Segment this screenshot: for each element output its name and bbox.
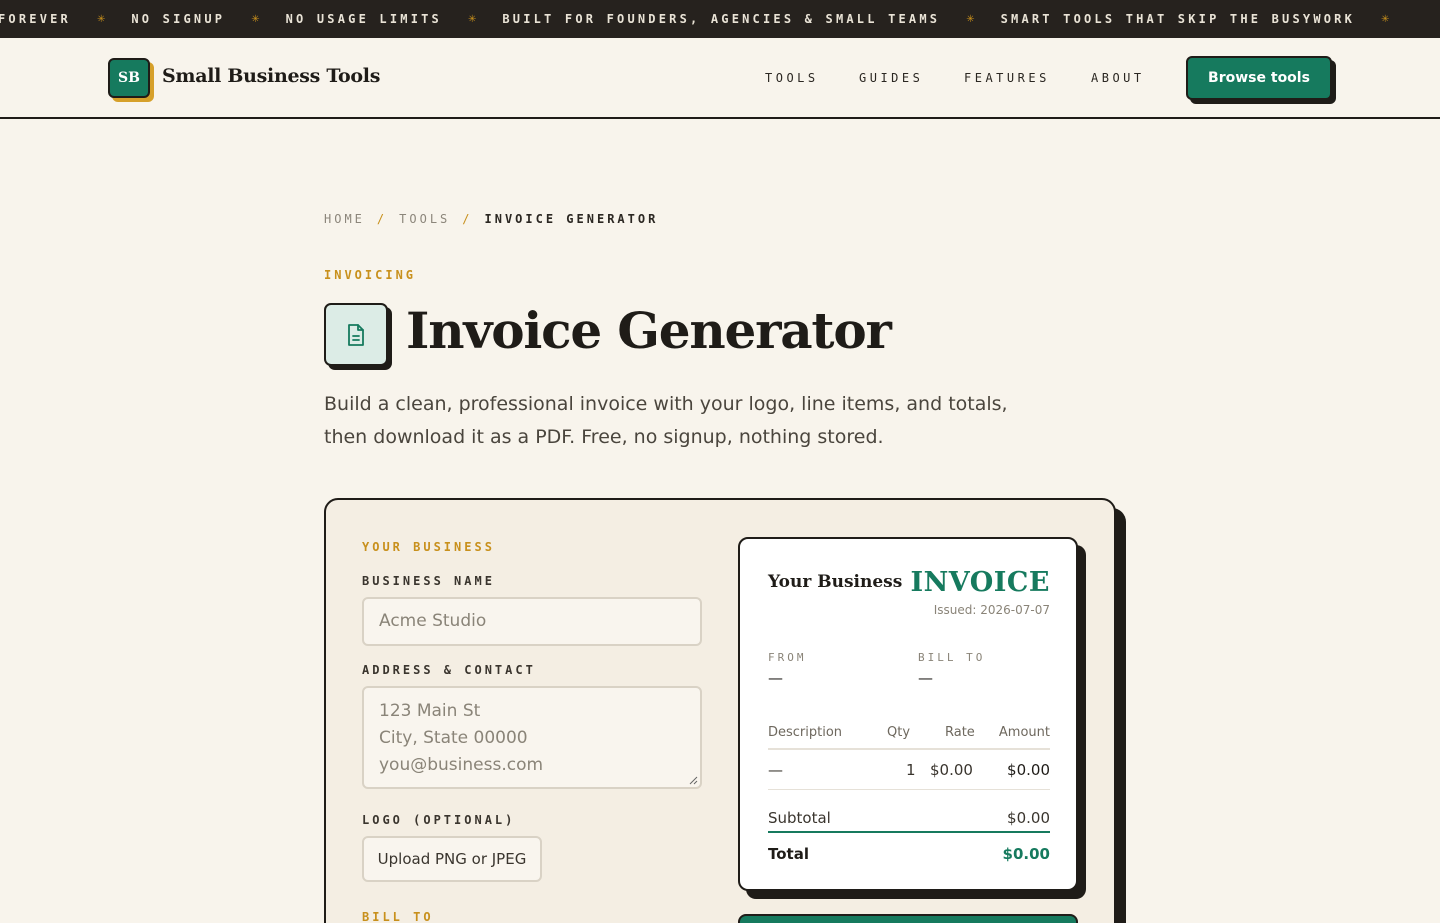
address-label: ADDRESS & CONTACT bbox=[362, 663, 536, 677]
announcement-ticker: FOREVER ✳ NO SIGNUP ✳ NO USAGE LIMITS ✳ BUILT … bbox=[0, 0, 1440, 38]
ticker-item: NO USAGE LIMITS bbox=[285, 12, 442, 26]
ticker-item: NO SIGNUP bbox=[131, 12, 226, 26]
preview-subtotal-label: Subtotal bbox=[768, 809, 831, 827]
resize-grip-icon[interactable] bbox=[688, 775, 698, 785]
preview-business-name: Your Business bbox=[768, 572, 903, 592]
preview-header-divider bbox=[768, 748, 1050, 750]
business-name-placeholder: Acme Studio bbox=[379, 611, 487, 631]
preview-total-value: $0.00 bbox=[1002, 845, 1050, 863]
preview-from-value: — bbox=[768, 669, 783, 687]
address-textarea[interactable]: 123 Main St City, State 00000 you@busine… bbox=[362, 686, 702, 789]
preview-bill-to-value: — bbox=[918, 669, 933, 687]
breadcrumb-tools[interactable]: TOOLS bbox=[399, 212, 450, 226]
page-subtitle: Build a clean, professional invoice with… bbox=[324, 393, 1008, 448]
preview-bill-to-label: BILL TO bbox=[918, 651, 986, 664]
ticker-separator-icon: ✳ bbox=[966, 13, 975, 25]
breadcrumb-home[interactable]: HOME bbox=[324, 212, 365, 226]
section-your-business: YOUR BUSINESS bbox=[362, 540, 495, 554]
preview-from-label: FROM bbox=[768, 651, 807, 664]
category-eyebrow: INVOICING bbox=[324, 268, 417, 282]
breadcrumb-separator: / bbox=[462, 212, 473, 226]
breadcrumb-separator: / bbox=[376, 212, 388, 226]
browse-tools-button[interactable]: Browse tools bbox=[1186, 56, 1332, 100]
preview-col-qty: Qty bbox=[887, 725, 911, 740]
ticker-separator-icon: ✳ bbox=[96, 13, 106, 25]
document-icon bbox=[324, 303, 388, 366]
page-title: Invoice Generator bbox=[406, 301, 892, 360]
preview-total-divider bbox=[768, 831, 1050, 833]
ticker-separator-icon: ✳ bbox=[1381, 13, 1390, 25]
preview-invoice-heading: INVOICE bbox=[910, 567, 1050, 598]
brand-logo[interactable]: SB bbox=[108, 58, 150, 98]
nav-tools[interactable]: TOOLS bbox=[765, 71, 819, 85]
section-bill-to: BILL TO bbox=[362, 910, 434, 923]
ticker-track: FOREVER ✳ NO SIGNUP ✳ NO USAGE LIMITS ✳ BUILT … bbox=[0, 0, 1407, 38]
business-name-input[interactable]: Acme Studio bbox=[362, 597, 702, 646]
address-placeholder-line: City, State 00000 bbox=[379, 728, 528, 748]
upload-logo-button[interactable]: Upload PNG or JPEG bbox=[362, 836, 542, 882]
ticker-item: SMART TOOLS THAT SKIP THE BUSYWORK bbox=[1000, 12, 1356, 26]
preview-col-rate: Rate bbox=[945, 725, 975, 740]
logo-label: LOGO (OPTIONAL) bbox=[362, 813, 516, 827]
business-name-label: BUSINESS NAME bbox=[362, 574, 495, 588]
brand-name[interactable]: Small Business Tools bbox=[162, 65, 380, 87]
site-header: SB Small Business Tools TOOLS GUIDES FEA… bbox=[0, 38, 1440, 119]
invoice-builder-card: YOUR BUSINESS BUSINESS NAME Acme Studio … bbox=[324, 498, 1116, 923]
download-pdf-button[interactable] bbox=[738, 914, 1078, 923]
preview-row-description: — bbox=[768, 761, 783, 779]
preview-col-amount: Amount bbox=[998, 725, 1050, 740]
preview-issued-date: Issued: 2026-07-07 bbox=[933, 603, 1050, 617]
nav-about[interactable]: ABOUT bbox=[1091, 71, 1145, 85]
address-placeholder-line: 123 Main St bbox=[379, 701, 481, 721]
ticker-item: FOREVER bbox=[0, 12, 71, 26]
invoice-preview: Your Business INVOICE Issued: 2026-07-07… bbox=[738, 537, 1078, 891]
preview-row-amount: $0.00 bbox=[1007, 761, 1050, 779]
breadcrumb-current: INVOICE GENERATOR bbox=[484, 212, 659, 226]
preview-col-description: Description bbox=[768, 725, 843, 740]
breadcrumb: HOME / TOOLS / INVOICE GENERATOR bbox=[324, 212, 658, 226]
ticker-separator-icon: ✳ bbox=[467, 13, 477, 25]
preview-row-divider bbox=[768, 789, 1050, 790]
ticker-item: BUILT FOR FOUNDERS, AGENCIES & SMALL TEA… bbox=[502, 12, 941, 26]
nav-features[interactable]: FEATURES bbox=[964, 71, 1050, 85]
brand-logo-text: SB bbox=[118, 70, 140, 86]
preview-subtotal-value: $0.00 bbox=[1007, 809, 1050, 827]
ticker-separator-icon: ✳ bbox=[251, 13, 260, 25]
address-placeholder-line: you@business.com bbox=[379, 755, 544, 775]
nav-guides[interactable]: GUIDES bbox=[859, 71, 923, 85]
preview-row-rate: $0.00 bbox=[930, 761, 973, 779]
preview-total-label: Total bbox=[768, 845, 809, 863]
preview-row-qty: 1 bbox=[906, 761, 916, 779]
